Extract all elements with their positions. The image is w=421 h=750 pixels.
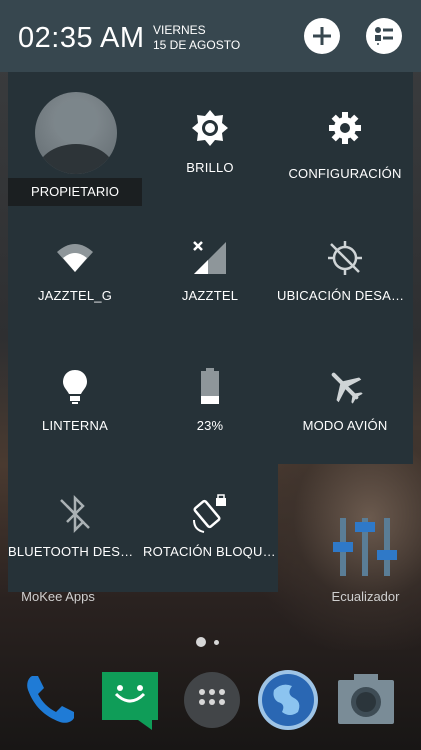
browser-icon[interactable] (256, 668, 320, 732)
tile-mobile-data[interactable]: JAZZTEL (143, 230, 277, 340)
gear-icon (329, 112, 361, 144)
flashlight-icon (63, 370, 87, 404)
rotation-lock-icon (193, 494, 226, 533)
quick-settings-header: 02:35 AM VIERNES 15 DE AGOSTO (0, 0, 421, 72)
user-avatar[interactable] (35, 92, 117, 174)
date-day[interactable]: VIERNES (153, 23, 206, 37)
bluetooth-off-icon (60, 494, 90, 534)
tile-battery-label: 23% (196, 418, 224, 433)
tile-wifi-label: JAZZTEL_G (37, 288, 113, 303)
tile-bluetooth[interactable]: BLUETOOTH DESACTIVADO (8, 490, 142, 592)
settings-list-button[interactable] (366, 18, 402, 54)
settings-list-icon (375, 27, 393, 45)
add-button[interactable] (304, 18, 340, 54)
page-dot (214, 639, 219, 645)
equalizer-icon[interactable] (330, 512, 400, 578)
page-dot-active (196, 637, 206, 647)
avatar-icon (36, 100, 116, 174)
tile-brightness[interactable]: BRILLO (143, 100, 277, 210)
tile-rotation-lock[interactable]: ROTACIÓN BLOQUEADA (143, 490, 277, 592)
location-off-icon (328, 241, 362, 275)
page-indicator (196, 637, 219, 647)
brightness-icon (192, 110, 228, 146)
phone-icon[interactable] (18, 668, 82, 732)
plus-icon (313, 27, 331, 45)
tile-rotation-lock-label: ROTACIÓN BLOQUEADA (143, 544, 277, 559)
tile-mobile-data-label: JAZZTEL (181, 288, 239, 303)
tile-flashlight[interactable]: LINTERNA (8, 360, 142, 464)
cell-signal-icon (193, 241, 226, 274)
tile-location[interactable]: UBICACIÓN DESACTIVADA (277, 230, 413, 340)
airplane-icon (331, 372, 363, 404)
tile-airplane-mode-label: MODO AVIÓN (302, 418, 388, 433)
tile-wifi[interactable]: JAZZTEL_G (8, 230, 142, 340)
tile-settings[interactable]: CONFIGURACIÓN (277, 100, 413, 210)
app-drawer-icon[interactable] (180, 668, 244, 732)
tile-airplane-mode[interactable]: MODO AVIÓN (277, 360, 413, 464)
home-app-label-equalizer[interactable]: Ecualizador (318, 589, 413, 604)
wifi-icon (57, 244, 93, 272)
tile-flashlight-label: LINTERNA (42, 418, 108, 433)
tile-brightness-label: BRILLO (186, 160, 234, 175)
dock (0, 668, 421, 738)
tile-location-label: UBICACIÓN DESACTIVADA (277, 288, 413, 303)
user-name-label[interactable]: PROPIETARIO (8, 178, 142, 206)
messages-icon[interactable] (98, 668, 162, 732)
clock[interactable]: 02:35 AM (18, 22, 145, 55)
date-full[interactable]: 15 DE AGOSTO (153, 38, 240, 52)
tile-bluetooth-label: BLUETOOTH DESACTIVADO (8, 544, 142, 559)
camera-icon[interactable] (334, 668, 398, 732)
battery-icon (201, 368, 219, 404)
tile-settings-label: CONFIGURACIÓN (288, 166, 402, 181)
tile-battery[interactable]: 23% (143, 360, 277, 464)
